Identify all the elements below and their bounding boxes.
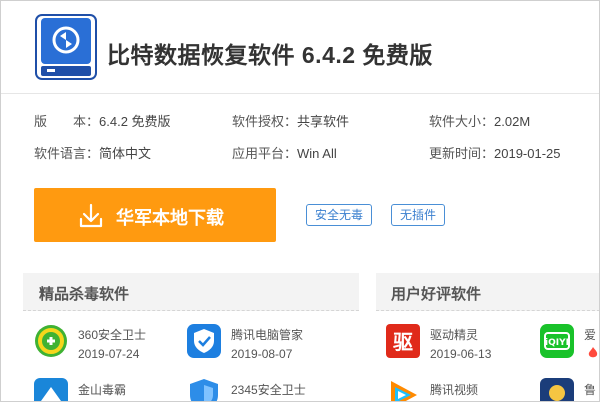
license-value: 共享软件 — [297, 114, 350, 129]
section-title-antivirus: 精品杀毒软件 — [39, 286, 130, 303]
info-platform: 应用平台：Win All — [232, 143, 337, 162]
item-name-ludashi[interactable]: 鲁 — [584, 381, 596, 398]
header: 比特数据恢复软件 6.4.2 免费版 — [1, 1, 599, 94]
2345-security-icon[interactable] — [186, 377, 222, 402]
item-name-360[interactable]: 360安全卫士 — [78, 326, 146, 343]
version-value: 6.4.2 免费版 — [99, 114, 171, 129]
updated-key: 更新时间： — [429, 146, 495, 161]
section-title-rated: 用户好评软件 — [391, 286, 482, 303]
language-key: 软件语言： — [34, 146, 100, 161]
item-date-360: 2019-07-24 — [78, 347, 140, 361]
download-icon — [79, 203, 103, 228]
ludashi-icon[interactable] — [539, 377, 575, 402]
version-key: 版 本： — [34, 114, 100, 129]
item-name-kingsoft[interactable]: 金山毒霸 — [78, 381, 126, 398]
item-date-driver-genius: 2019-06-13 — [430, 347, 492, 361]
item-date-tencent-pc-manager: 2019-08-07 — [231, 347, 293, 361]
info-version: 版 本：6.4.2 免费版 — [34, 111, 171, 130]
flame-icon — [588, 347, 598, 358]
license-key: 软件授权： — [232, 114, 298, 129]
app-title: 比特数据恢复软件 6.4.2 免费版 — [107, 42, 433, 68]
item-name-tencent-video[interactable]: 腾讯视频 — [430, 381, 478, 398]
kingsoft-antivirus-icon[interactable] — [33, 377, 69, 402]
item-name-driver-genius[interactable]: 驱动精灵 — [430, 326, 478, 343]
platform-value: Win All — [297, 146, 337, 161]
local-download-button[interactable]: 华军本地下载 — [34, 188, 276, 242]
size-key: 软件大小： — [429, 114, 495, 129]
tencent-video-icon[interactable] — [385, 377, 421, 402]
item-name-iqiyi[interactable]: 爱 — [584, 326, 596, 343]
platform-key: 应用平台： — [232, 146, 298, 161]
language-value: 简体中文 — [99, 146, 152, 161]
item-name-tencent-pc-manager[interactable]: 腾讯电脑管家 — [231, 326, 303, 343]
section-divider-right — [376, 310, 599, 311]
tag-safe: 安全无毒 — [306, 204, 373, 226]
info-license: 软件授权：共享软件 — [232, 111, 349, 130]
info-language: 软件语言：简体中文 — [34, 143, 151, 162]
download-label: 华军本地下载 — [116, 208, 224, 228]
info-updated: 更新时间：2019-01-25 — [429, 143, 561, 162]
updated-value: 2019-01-25 — [494, 146, 561, 161]
tag-no-plugin: 无插件 — [391, 204, 446, 226]
software-detail-panel: 比特数据恢复软件 6.4.2 免费版 版 本：6.4.2 免费版 软件授权：共享… — [0, 0, 600, 402]
360-security-icon[interactable] — [33, 323, 69, 359]
section-divider-left — [23, 310, 359, 311]
item-name-2345[interactable]: 2345安全卫士 — [231, 381, 306, 398]
iqiyi-icon[interactable]: iQIYI — [539, 323, 575, 359]
svg-text:iQIYI: iQIYI — [545, 338, 569, 348]
info-size: 软件大小：2.02M — [429, 111, 530, 130]
driver-genius-icon[interactable]: 驱 — [385, 323, 421, 359]
size-value: 2.02M — [494, 114, 531, 129]
app-logo-icon — [35, 14, 97, 80]
svg-text:驱: 驱 — [393, 330, 413, 354]
tencent-pc-manager-icon[interactable] — [186, 323, 222, 359]
